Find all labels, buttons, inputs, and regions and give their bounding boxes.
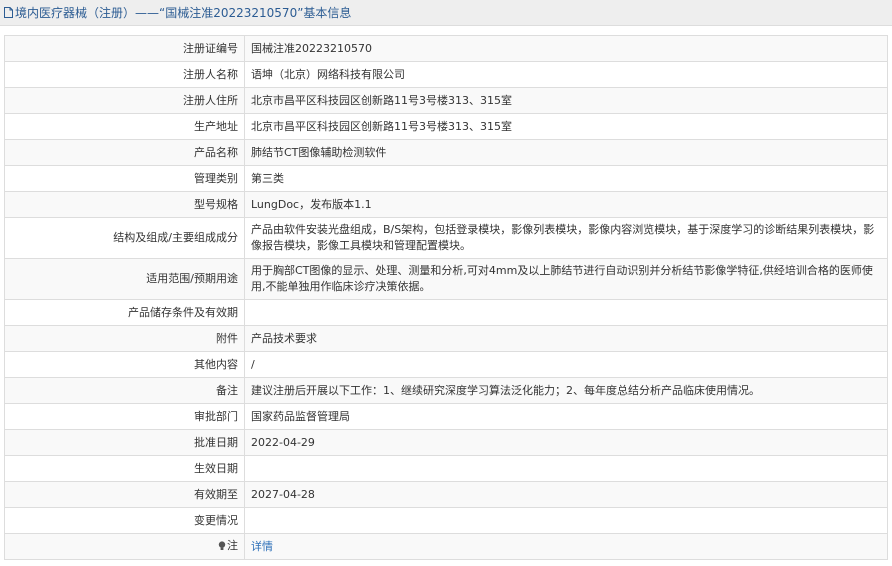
note-value-cell: 详情: [244, 533, 888, 560]
table-row: 注册证编号 国械注准20223210570: [4, 35, 888, 62]
row-label: 产品储存条件及有效期: [4, 299, 245, 326]
row-value: [244, 299, 888, 326]
row-value: [244, 455, 888, 482]
table-row: 备注 建议注册后开展以下工作：1、继续研究深度学习算法泛化能力；2、每年度总结分…: [4, 377, 888, 404]
row-label: 其他内容: [4, 351, 245, 378]
table-row: 适用范围/预期用途 用于胸部CT图像的显示、处理、测量和分析,可对4mm及以上肺…: [4, 258, 888, 300]
note-label-cell: 注: [4, 533, 245, 560]
details-link[interactable]: 详情: [251, 540, 273, 553]
table-row: 其他内容 /: [4, 351, 888, 378]
table-row: 产品名称 肺结节CT图像辅助检测软件: [4, 139, 888, 166]
row-label: 备注: [4, 377, 245, 404]
row-label: 变更情况: [4, 507, 245, 534]
row-value: LungDoc，发布版本1.1: [244, 191, 888, 218]
table-row: 审批部门 国家药品监督管理局: [4, 403, 888, 430]
row-value: /: [244, 351, 888, 378]
row-label: 附件: [4, 325, 245, 352]
row-label: 批准日期: [4, 429, 245, 456]
table-row: 批准日期 2022-04-29: [4, 429, 888, 456]
table-row-note: 注 详情: [4, 533, 888, 560]
table-row: 附件 产品技术要求: [4, 325, 888, 352]
row-value: 产品由软件安装光盘组成，B/S架构，包括登录模块，影像列表模块，影像内容浏览模块…: [244, 217, 888, 259]
table-row: 型号规格 LungDoc，发布版本1.1: [4, 191, 888, 218]
table-row: 生产地址 北京市昌平区科技园区创新路11号3号楼313、315室: [4, 113, 888, 140]
row-value: 用于胸部CT图像的显示、处理、测量和分析,可对4mm及以上肺结节进行自动识别并分…: [244, 258, 888, 300]
document-icon: [4, 7, 13, 18]
row-value: 国械注准20223210570: [244, 35, 888, 62]
row-label: 生产地址: [4, 113, 245, 140]
row-label: 注册证编号: [4, 35, 245, 62]
row-label: 管理类别: [4, 165, 245, 192]
table-row: 结构及组成/主要组成成分 产品由软件安装光盘组成，B/S架构，包括登录模块，影像…: [4, 217, 888, 259]
row-value: 肺结节CT图像辅助检测软件: [244, 139, 888, 166]
table-row: 变更情况: [4, 507, 888, 534]
row-label: 产品名称: [4, 139, 245, 166]
row-label: 有效期至: [4, 481, 245, 508]
lightbulb-icon: [218, 540, 226, 551]
device-info-table: 注册证编号 国械注准20223210570 注册人名称 语坤（北京）网络科技有限…: [4, 35, 888, 560]
row-value: 北京市昌平区科技园区创新路11号3号楼313、315室: [244, 87, 888, 114]
table-row: 注册人住所 北京市昌平区科技园区创新路11号3号楼313、315室: [4, 87, 888, 114]
row-value: 2027-04-28: [244, 481, 888, 508]
row-value: 语坤（北京）网络科技有限公司: [244, 61, 888, 88]
row-value: 2022-04-29: [244, 429, 888, 456]
row-label: 注册人名称: [4, 61, 245, 88]
row-label: 注册人住所: [4, 87, 245, 114]
table-row: 有效期至 2027-04-28: [4, 481, 888, 508]
table-row: 生效日期: [4, 455, 888, 482]
row-label: 结构及组成/主要组成成分: [4, 217, 245, 259]
page-title-bar: 境内医疗器械（注册）——“国械注准20223210570”基本信息: [0, 0, 892, 26]
table-row: 产品储存条件及有效期: [4, 299, 888, 326]
row-value: 北京市昌平区科技园区创新路11号3号楼313、315室: [244, 113, 888, 140]
table-row: 注册人名称 语坤（北京）网络科技有限公司: [4, 61, 888, 88]
row-value: 产品技术要求: [244, 325, 888, 352]
row-value: [244, 507, 888, 534]
row-value: 国家药品监督管理局: [244, 403, 888, 430]
page-title: 境内医疗器械（注册）——“国械注准20223210570”基本信息: [15, 6, 352, 20]
row-label: 生效日期: [4, 455, 245, 482]
row-label: 适用范围/预期用途: [4, 258, 245, 300]
note-label: 注: [227, 538, 238, 552]
row-label: 型号规格: [4, 191, 245, 218]
row-label: 审批部门: [4, 403, 245, 430]
row-value: 第三类: [244, 165, 888, 192]
table-row: 管理类别 第三类: [4, 165, 888, 192]
row-value: 建议注册后开展以下工作：1、继续研究深度学习算法泛化能力；2、每年度总结分析产品…: [244, 377, 888, 404]
